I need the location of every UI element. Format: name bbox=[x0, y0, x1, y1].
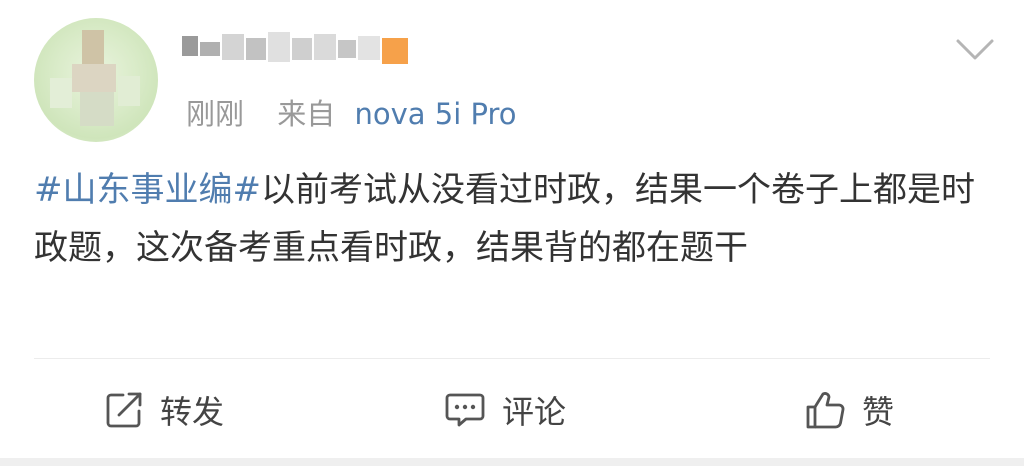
comment-label: 评论 bbox=[502, 393, 567, 431]
comment-icon bbox=[445, 393, 485, 427]
repost-button[interactable]: 转发 bbox=[104, 388, 224, 432]
chevron-down-icon[interactable] bbox=[955, 36, 995, 64]
action-bar: 转发 评论 赞 bbox=[0, 370, 1024, 450]
comment-button[interactable]: 评论 bbox=[444, 388, 566, 432]
post-text: #山东事业编#以前考试从没看过时政，结果一个卷子上都是时政题，这次备考重点看时政… bbox=[34, 161, 994, 277]
hashtag-link[interactable]: #山东事业编# bbox=[34, 170, 261, 210]
repost-icon bbox=[106, 392, 142, 428]
post-time: 刚刚 bbox=[186, 97, 245, 131]
post-device-link[interactable]: nova 5i Pro bbox=[354, 97, 516, 131]
bottom-separator bbox=[0, 458, 1024, 466]
thumbs-up-icon bbox=[806, 392, 845, 429]
post-meta: 刚刚 来自 nova 5i Pro bbox=[186, 96, 516, 132]
post-source-label: 来自 bbox=[277, 97, 336, 131]
username-obscured[interactable] bbox=[182, 26, 422, 70]
weibo-post-card: 刚刚 来自 nova 5i Pro #山东事业编#以前考试从没看过时政，结果一个… bbox=[0, 0, 1024, 466]
repost-label: 转发 bbox=[160, 393, 225, 431]
like-button[interactable]: 赞 bbox=[804, 388, 894, 432]
avatar[interactable] bbox=[34, 18, 158, 142]
divider bbox=[34, 358, 990, 359]
like-label: 赞 bbox=[862, 393, 895, 431]
